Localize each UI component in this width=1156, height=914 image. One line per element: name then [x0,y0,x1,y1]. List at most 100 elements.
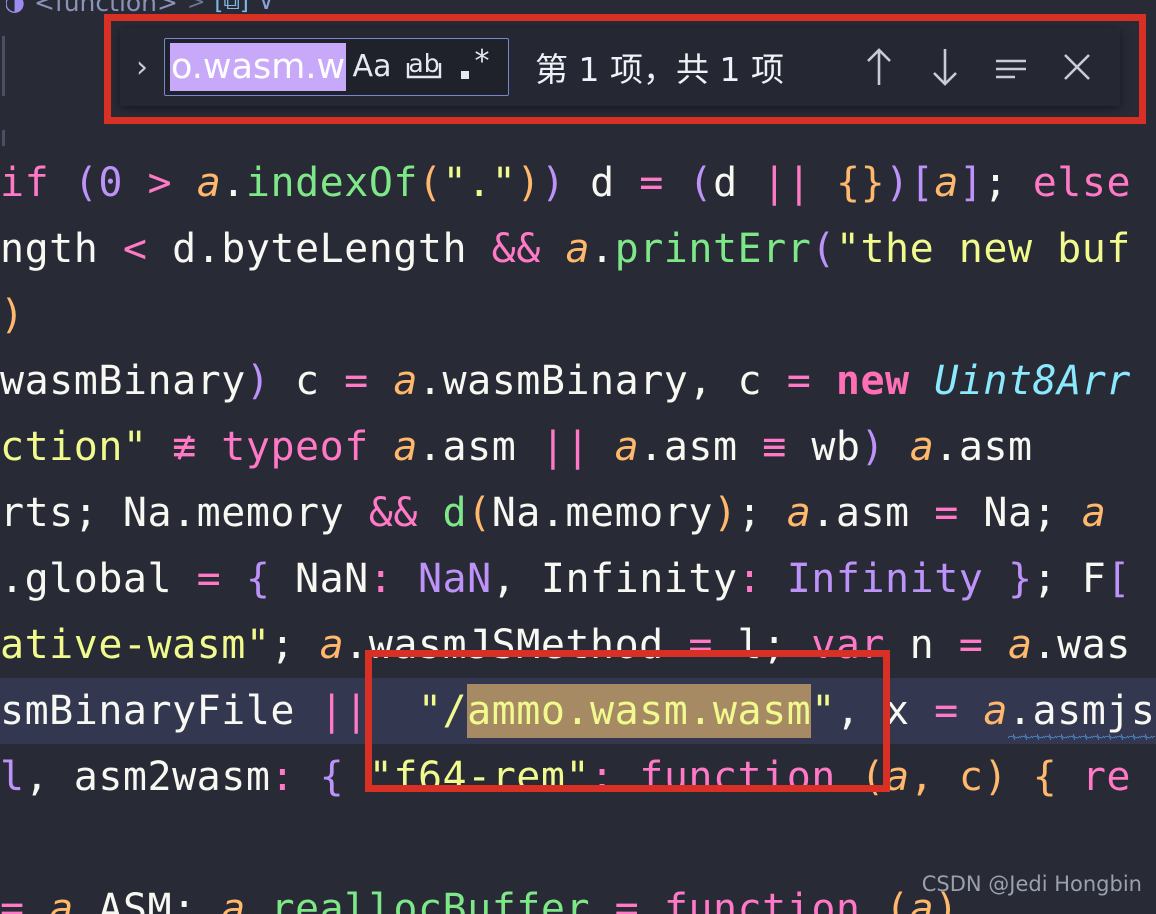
code-token: Infinity [786,556,984,602]
code-token: , asm2wasm [24,754,271,800]
code-token: "." [442,160,517,206]
toggle-replace-button[interactable]: › [120,28,164,106]
editor-window: ◑ <function> > [⧉] ∨ if (0 > a.indexOf("… [0,0,1156,914]
find-actions [852,40,1120,94]
code-token: l [0,754,25,800]
code-token: {} [836,160,886,206]
code-token: a [983,688,1008,734]
code-token: ammo.wasm.wasm [467,684,812,738]
code-token: ≢ [172,424,197,470]
code-token: "f64-rem" [368,754,591,800]
code-token: wb [786,424,861,470]
code-token: ative-wasm" [0,622,271,668]
code-line[interactable]: if (0 > a.indexOf(".")) d = (d || {})[a]… [0,150,1156,216]
code-line[interactable]: .global = { NaN: NaN, Infinity: Infinity… [0,546,1156,612]
code-token: a [885,754,910,800]
watermark: CSDN @Jedi Hongbin [921,872,1142,896]
code-token: = [614,886,640,914]
code-token: a [393,424,418,470]
code-token: .asm [934,424,1033,470]
use-regex-icon[interactable]: * [450,41,502,93]
code-token: c [958,754,984,800]
code-token: a [614,424,640,470]
code-token: : [270,754,296,800]
next-match-icon[interactable] [918,40,972,94]
code-token: c [270,358,345,404]
code-token: ) [245,358,271,404]
code-token: : [737,556,763,602]
code-token: . [221,160,246,206]
code-token: Na.memory [491,490,713,536]
code-line[interactable] [0,810,1156,876]
code-token: , [909,754,959,800]
code-line[interactable]: ngth < d.byteLength && a.printErr("the n… [0,216,1156,282]
code-content[interactable]: if (0 > a.indexOf(".")) d = (d || {})[a]… [0,150,1156,914]
code-token: 0 [98,160,123,206]
code-token: "the new buf [835,226,1131,272]
code-token: ; [983,160,1033,206]
close-icon[interactable] [1050,40,1104,94]
svg-text:*: * [475,47,490,79]
code-token: , x [835,688,935,734]
find-input-container[interactable]: o.wasm.wasm Aa ab * [164,38,509,96]
code-line[interactable]: ction" ≢ typeof a.asm || a.asm ≡ wb) a.a… [0,414,1156,480]
code-token: .wasmJSMethod [344,622,689,668]
code-token: a [49,886,74,914]
find-widget[interactable]: › o.wasm.wasm Aa ab * 第 1 项，共 1 [120,28,1120,106]
code-token: printErr [614,226,812,272]
find-input[interactable]: o.wasm.wasm [165,41,346,93]
code-token: ) [712,490,738,536]
code-line[interactable]: l, asm2wasm: { "f64-rem": function (a, c… [0,744,1156,810]
previous-match-icon[interactable] [852,40,906,94]
code-token: Na; [958,490,1082,536]
code-token: : [368,556,394,602]
code-token: NaN [417,556,492,602]
code-line[interactable]: ) [0,282,1156,348]
code-token: else [1032,160,1132,206]
breadcrumb-symbol-box-icon[interactable]: [⧉] [214,0,248,15]
code-line[interactable]: smBinaryFile || "/ammo.wasm.wasm", x = a… [0,678,1156,744]
code-token: ngth [0,226,123,272]
code-token: { [1032,754,1058,800]
code-token: || [762,160,812,206]
breadcrumb-separator-icon: > [186,0,206,15]
code-token: ( [418,160,443,206]
find-in-selection-icon[interactable] [984,40,1038,94]
code-token: d [565,160,640,206]
code-token: = [344,358,369,404]
code-token: function [639,754,836,800]
breadcrumb[interactable]: ◑ <function> > [⧉] ∨ [0,0,1156,18]
code-token: a [934,160,959,206]
code-line[interactable]: ative-wasm"; a.wasmJSMethod = l; var n =… [0,612,1156,678]
match-whole-word-icon[interactable]: ab [398,41,450,93]
code-token: a [319,622,345,668]
code-token: = [0,886,25,914]
match-case-icon[interactable]: Aa [346,41,398,93]
code-line[interactable]: rts; Na.memory && d(Na.memory); a.asm = … [0,480,1156,546]
breadcrumb-function-label[interactable]: <function> [34,0,178,17]
code-token: .asmjs [1007,678,1156,744]
code-line[interactable]: wasmBinary) c = a.wasmBinary, c = new Ui… [0,348,1156,414]
code-token: .wasmBinary, c [417,358,787,404]
code-token: ; [737,490,787,536]
chevron-down-icon[interactable]: ∨ [258,0,275,15]
code-token: ( [688,160,714,206]
code-token: reallocBuffer [270,886,591,914]
code-token: re [1081,754,1131,800]
code-token: a [196,160,222,206]
code-token: : [590,754,615,800]
